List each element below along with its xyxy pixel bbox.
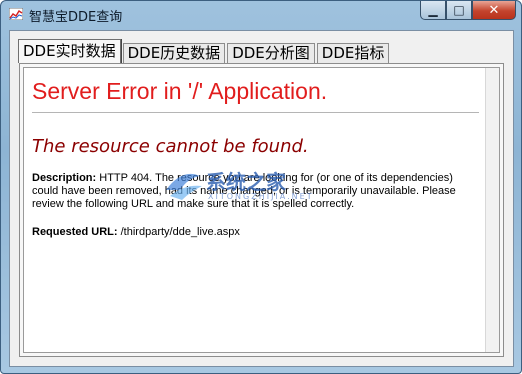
maximize-button[interactable]: □ <box>446 1 472 20</box>
error-heading: Server Error in '/' Application. <box>32 78 328 104</box>
watermark-text: 系统之家 <box>206 170 286 194</box>
app-window: 智慧宝DDE查询 ▁ □ ✕ DDE实时数据 DDE历史数据 DDE分析图 DD… <box>0 0 522 374</box>
minimize-button[interactable]: ▁ <box>420 1 446 20</box>
web-view[interactable]: Server Error in '/' Application. The res… <box>23 67 500 353</box>
watermark-logo-icon <box>166 173 202 200</box>
requested-url-label: Requested URL: <box>32 226 118 238</box>
tab-dde-indicators[interactable]: DDE指标 <box>316 43 390 63</box>
watermark: 系统之家 XITONGZHIJIA.NET <box>162 166 357 208</box>
vertical-scrollbar[interactable] <box>485 68 499 352</box>
close-icon: ✕ <box>488 2 500 18</box>
close-button[interactable]: ✕ <box>472 1 516 20</box>
title-bar[interactable]: 智慧宝DDE查询 ▁ □ ✕ <box>1 1 521 29</box>
tab-dde-history[interactable]: DDE历史数据 <box>122 43 226 63</box>
client-area: DDE实时数据 DDE历史数据 DDE分析图 DDE指标 Server Erro… <box>9 30 514 367</box>
tab-dde-realtime[interactable]: DDE实时数据 <box>18 39 121 63</box>
tab-dde-analysis-chart[interactable]: DDE分析图 <box>227 43 315 63</box>
app-chart-icon <box>9 8 23 20</box>
maximize-icon: □ <box>453 3 465 17</box>
tab-strip: DDE实时数据 DDE历史数据 DDE分析图 DDE指标 <box>18 39 391 63</box>
tab-panel: Server Error in '/' Application. The res… <box>19 63 504 357</box>
minimize-icon: ▁ <box>428 3 438 17</box>
description-label: Description: <box>32 172 97 184</box>
window-title: 智慧宝DDE查询 <box>29 10 123 25</box>
requested-url-value: /thirdparty/dde_live.aspx <box>120 226 240 238</box>
heading-divider <box>32 112 479 113</box>
watermark-subtext: XITONGZHIJIA.NET <box>208 192 314 201</box>
error-subheading: The resource cannot be found. <box>32 136 309 157</box>
requested-url: Requested URL: /thirdparty/dde_live.aspx <box>32 226 240 238</box>
